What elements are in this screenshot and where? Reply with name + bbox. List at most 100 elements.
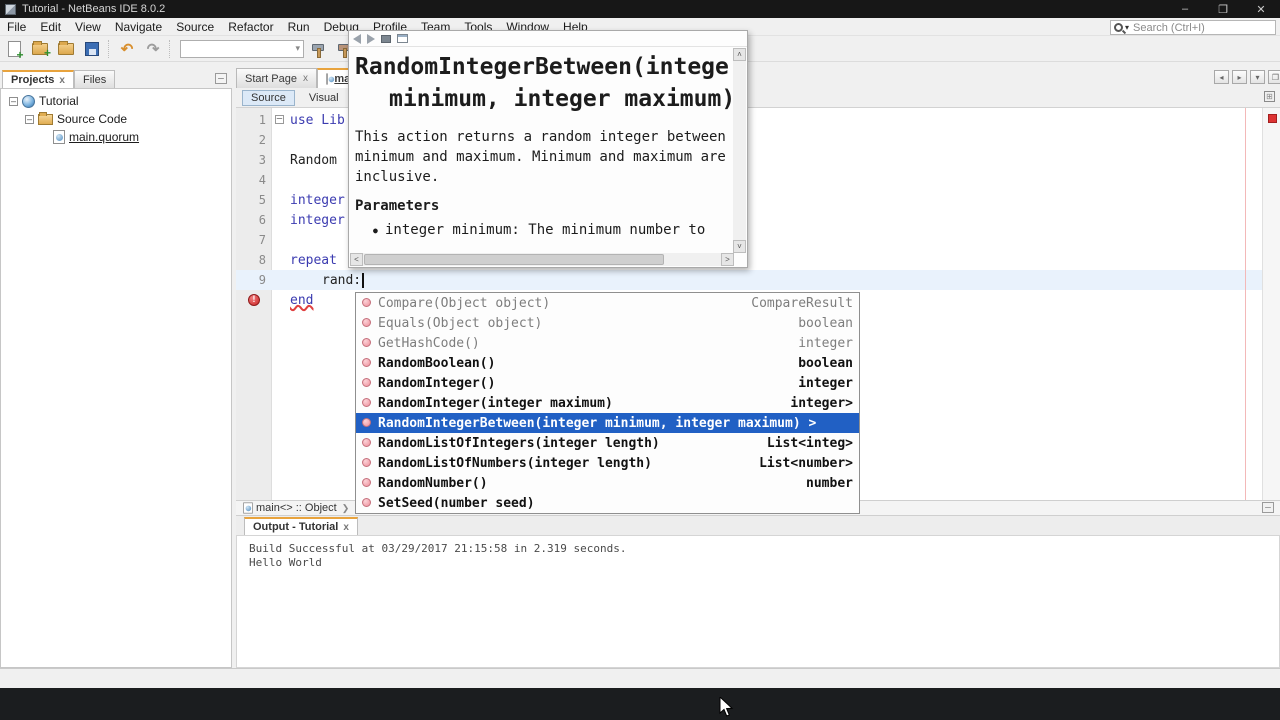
title-bar: Tutorial - NetBeans IDE 8.0.2 – ❐ ✕ — [0, 0, 1280, 18]
code-completion-popup: Compare(Object object) CompareResult Equa… — [355, 292, 860, 514]
completion-item[interactable]: SetSeed(number seed) — [356, 493, 859, 513]
tree-item-label: Tutorial — [39, 94, 79, 108]
error-stripe[interactable] — [1262, 108, 1280, 500]
netbeans-app-icon — [5, 3, 16, 15]
completion-item[interactable]: RandomInteger() integer — [356, 373, 859, 393]
save-all-button[interactable] — [80, 38, 104, 60]
completion-item[interactable]: Equals(Object object) boolean — [356, 313, 859, 333]
new-project-icon — [32, 40, 51, 60]
new-project-button[interactable] — [28, 38, 52, 60]
doc-show-source-icon[interactable] — [381, 34, 391, 43]
doc-body-line: inclusive. — [355, 169, 440, 185]
completion-item-selected[interactable]: RandomIntegerBetween(integer minimum, in… — [356, 413, 859, 433]
line-number: 5 — [258, 193, 266, 207]
scroll-tabs-right-button[interactable]: ▸ — [1232, 70, 1247, 84]
tree-item-project[interactable]: – Tutorial — [9, 93, 79, 109]
code-fold-icon[interactable]: – — [275, 115, 284, 124]
scroll-down-icon[interactable]: ˅ — [733, 240, 746, 253]
completion-item[interactable]: RandomNumber() number — [356, 473, 859, 493]
explorer-tab-row: Projects x Files — [2, 70, 232, 88]
tree-item-main-quorum[interactable]: main.quorum — [53, 129, 139, 145]
menu-file[interactable]: File — [0, 20, 33, 34]
completion-item[interactable]: Compare(Object object) CompareResult — [356, 293, 859, 313]
documentation-popup: RandomIntegerBetween(intege minimum, int… — [348, 30, 748, 268]
menu-navigate[interactable]: Navigate — [108, 20, 169, 34]
error-stripe-mark[interactable] — [1268, 114, 1277, 123]
configuration-combobox[interactable] — [180, 39, 304, 58]
menu-view[interactable]: View — [68, 20, 108, 34]
scroll-tabs-left-button[interactable]: ◂ — [1214, 70, 1229, 84]
scroll-right-icon[interactable]: > — [721, 253, 734, 266]
new-file-icon — [7, 40, 24, 62]
collapse-handle-icon[interactable]: – — [9, 96, 18, 106]
line-number: 9 — [258, 273, 266, 287]
completion-item[interactable]: GetHashCode() integer — [356, 333, 859, 353]
minimize-button[interactable]: – — [1166, 0, 1204, 18]
tab-files[interactable]: Files — [73, 70, 116, 88]
undo-icon: ↶ — [120, 40, 134, 58]
tree-item-source-code[interactable]: – Source Code — [25, 111, 127, 127]
output-console[interactable]: Build Successful at 03/29/2017 21:15:58 … — [236, 535, 1280, 668]
scroll-left-icon[interactable]: < — [350, 253, 363, 266]
diff-grid-icon[interactable]: ⊞ — [1264, 91, 1275, 102]
scrollbar-thumb[interactable] — [364, 254, 664, 265]
panel-minimize-button[interactable]: ─ — [215, 73, 227, 84]
maximize-document-button[interactable]: ❐ — [1268, 70, 1280, 84]
menu-run[interactable]: Run — [281, 20, 317, 34]
code-text: repeat — [290, 252, 337, 268]
view-visual-button[interactable]: Visual — [301, 91, 347, 105]
output-line: Hello World — [249, 556, 322, 569]
doc-horizontal-scrollbar[interactable]: < > — [350, 253, 734, 266]
redo-button[interactable]: ↷ — [141, 38, 165, 60]
scroll-up-icon[interactable]: ˄ — [733, 48, 746, 61]
doc-forward-icon[interactable] — [367, 33, 375, 44]
line-number: 1 — [258, 113, 266, 127]
method-icon — [362, 418, 371, 427]
doc-back-icon[interactable] — [353, 33, 361, 44]
chevron-down-icon: ▾ — [1125, 23, 1130, 32]
menu-refactor[interactable]: Refactor — [221, 20, 280, 34]
method-icon — [362, 318, 371, 327]
doc-parameter-item: integer minimum: The minimum number to — [355, 222, 737, 238]
right-margin-guide — [1245, 108, 1246, 500]
code-line-current[interactable]: 9 rand: — [236, 270, 1262, 290]
redo-icon: ↷ — [146, 40, 160, 58]
toolbar-separator — [108, 39, 109, 58]
new-file-button[interactable] — [2, 38, 26, 62]
menu-edit[interactable]: Edit — [33, 20, 68, 34]
completion-item[interactable]: RandomBoolean() boolean — [356, 353, 859, 373]
tab-projects[interactable]: Projects x — [2, 70, 74, 88]
method-icon — [362, 398, 371, 407]
close-button[interactable]: ✕ — [1242, 0, 1280, 18]
quick-search-box[interactable]: ▾ Search (Ctrl+I) — [1110, 20, 1276, 35]
doc-vertical-scrollbar[interactable]: ˄ ˅ — [733, 48, 746, 253]
view-source-button[interactable]: Source — [242, 89, 295, 106]
chevron-right-icon: ❯ — [341, 502, 350, 513]
folder-icon — [38, 111, 53, 125]
open-project-button[interactable] — [54, 38, 78, 60]
tab-output-tutorial[interactable]: Output - Tutorial x — [244, 517, 358, 535]
close-icon[interactable]: x — [343, 522, 349, 533]
save-all-icon — [85, 41, 99, 56]
method-icon — [362, 358, 371, 367]
close-icon[interactable]: x — [59, 75, 65, 86]
completion-item[interactable]: RandomListOfNumbers(integer length) List<… — [356, 453, 859, 473]
breadcrumb-panel-button[interactable]: ─ — [1262, 502, 1274, 513]
completion-item[interactable]: RandomListOfIntegers(integer length) List… — [356, 433, 859, 453]
completion-item[interactable]: RandomInteger(integer maximum) integer> — [356, 393, 859, 413]
maximize-button[interactable]: ❐ — [1204, 0, 1242, 18]
collapse-handle-icon[interactable]: – — [25, 114, 34, 124]
tab-scroll-controls: ◂ ▸ ▾ ❐ — [1214, 70, 1280, 84]
menu-source[interactable]: Source — [169, 20, 221, 34]
project-icon — [22, 94, 35, 108]
tab-start-page[interactable]: Start Page x — [236, 68, 317, 88]
tab-list-dropdown-button[interactable]: ▾ — [1250, 70, 1265, 84]
ide-status-bar: Errors 1 9:10 INS — [0, 668, 1280, 688]
doc-external-browser-icon[interactable] — [397, 34, 408, 43]
window-title: Tutorial - NetBeans IDE 8.0.2 — [22, 3, 166, 15]
build-project-button[interactable] — [306, 38, 330, 60]
line-number: 7 — [258, 233, 266, 247]
method-icon — [362, 438, 371, 447]
close-icon[interactable]: x — [303, 73, 308, 84]
undo-button[interactable]: ↶ — [115, 38, 139, 60]
